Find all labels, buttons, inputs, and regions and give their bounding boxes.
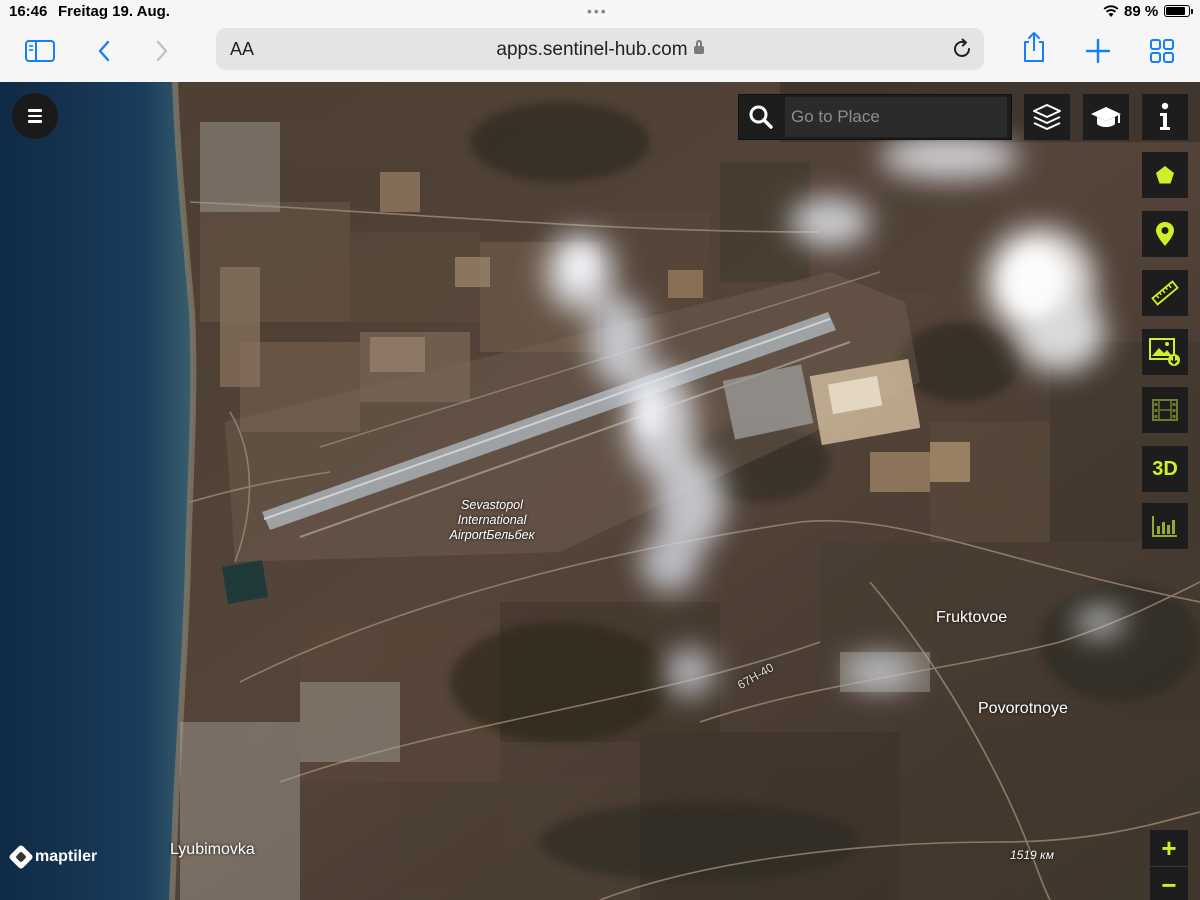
satellite-map[interactable]: Sevastopol International AirportБельбек … xyxy=(0,82,1200,900)
info-icon xyxy=(1160,102,1170,130)
sidebar-icon[interactable] xyxy=(24,36,56,66)
address-bar[interactable]: AA apps.sentinel-hub.com xyxy=(216,28,984,70)
location-pin-icon xyxy=(1156,222,1174,246)
measure-button[interactable] xyxy=(1142,270,1188,316)
search-input[interactable] xyxy=(785,97,1007,137)
url-value: apps.sentinel-hub.com xyxy=(496,39,688,60)
statistics-button[interactable] xyxy=(1142,503,1188,549)
education-icon xyxy=(1091,107,1121,127)
layers-button[interactable] xyxy=(1024,94,1070,140)
airport-label-line: Sevastopol xyxy=(461,498,523,512)
search-button[interactable] xyxy=(739,95,783,139)
airport-label-line: AirportБельбек xyxy=(449,528,535,542)
battery-percent: 89 % xyxy=(1124,3,1159,20)
multitasking-dots-icon[interactable]: ••• xyxy=(587,3,608,19)
place-label-lyubimovka: Lyubimovka xyxy=(170,841,255,858)
ios-status-bar: 16:46 Freitag 19. Aug. ••• 89 % xyxy=(0,0,1200,24)
info-button[interactable] xyxy=(1142,94,1188,140)
maptiler-text: maptiler xyxy=(35,848,98,865)
maptiler-attribution[interactable]: maptiler xyxy=(8,844,98,870)
film-icon xyxy=(1152,399,1178,421)
ruler-icon xyxy=(1151,280,1179,306)
add-tab-icon[interactable] xyxy=(1082,36,1114,66)
image-download-icon xyxy=(1149,338,1180,366)
location-button[interactable] xyxy=(1142,211,1188,257)
image-download-button[interactable] xyxy=(1142,329,1188,375)
wifi-icon xyxy=(1103,5,1119,17)
reload-icon[interactable] xyxy=(950,37,974,61)
zoom-out-button[interactable]: − xyxy=(1150,867,1188,900)
layers-icon xyxy=(1033,104,1061,130)
polygon-icon xyxy=(1156,166,1174,184)
menu-icon-bar xyxy=(28,120,42,123)
menu-button[interactable] xyxy=(12,93,58,139)
zoom-in-button[interactable]: + xyxy=(1150,830,1188,866)
place-label-povorotnoye: Povorotnoye xyxy=(978,700,1068,717)
search-icon xyxy=(749,105,773,129)
place-search xyxy=(738,94,1012,140)
share-icon[interactable] xyxy=(1018,32,1050,62)
3d-view-button[interactable]: 3D xyxy=(1142,446,1188,492)
chart-icon xyxy=(1152,516,1177,537)
satellite-imagery[interactable] xyxy=(0,82,1200,900)
scale-label: 1519 км xyxy=(1010,848,1054,862)
lock-icon xyxy=(693,40,704,54)
forward-icon[interactable] xyxy=(146,36,178,66)
menu-icon-bar xyxy=(28,114,42,118)
tabs-grid-icon[interactable] xyxy=(1146,36,1178,66)
url-text[interactable]: apps.sentinel-hub.com xyxy=(216,39,984,61)
place-label-fruktovoe: Fruktovoe xyxy=(936,609,1008,626)
status-time: 16:46 xyxy=(9,3,48,20)
maptiler-logo-icon xyxy=(8,844,34,870)
menu-icon xyxy=(28,109,42,112)
battery-icon xyxy=(1164,5,1193,17)
draw-polygon-button[interactable] xyxy=(1142,152,1188,198)
browser-toolbar: AA apps.sentinel-hub.com xyxy=(0,24,1200,83)
status-date: Freitag 19. Aug. xyxy=(58,3,170,20)
timelapse-button[interactable] xyxy=(1142,387,1188,433)
back-icon[interactable] xyxy=(88,36,120,66)
airport-label: Sevastopol International AirportБельбек xyxy=(444,498,540,543)
education-button[interactable] xyxy=(1083,94,1129,140)
airport-label-line: International xyxy=(457,513,527,527)
